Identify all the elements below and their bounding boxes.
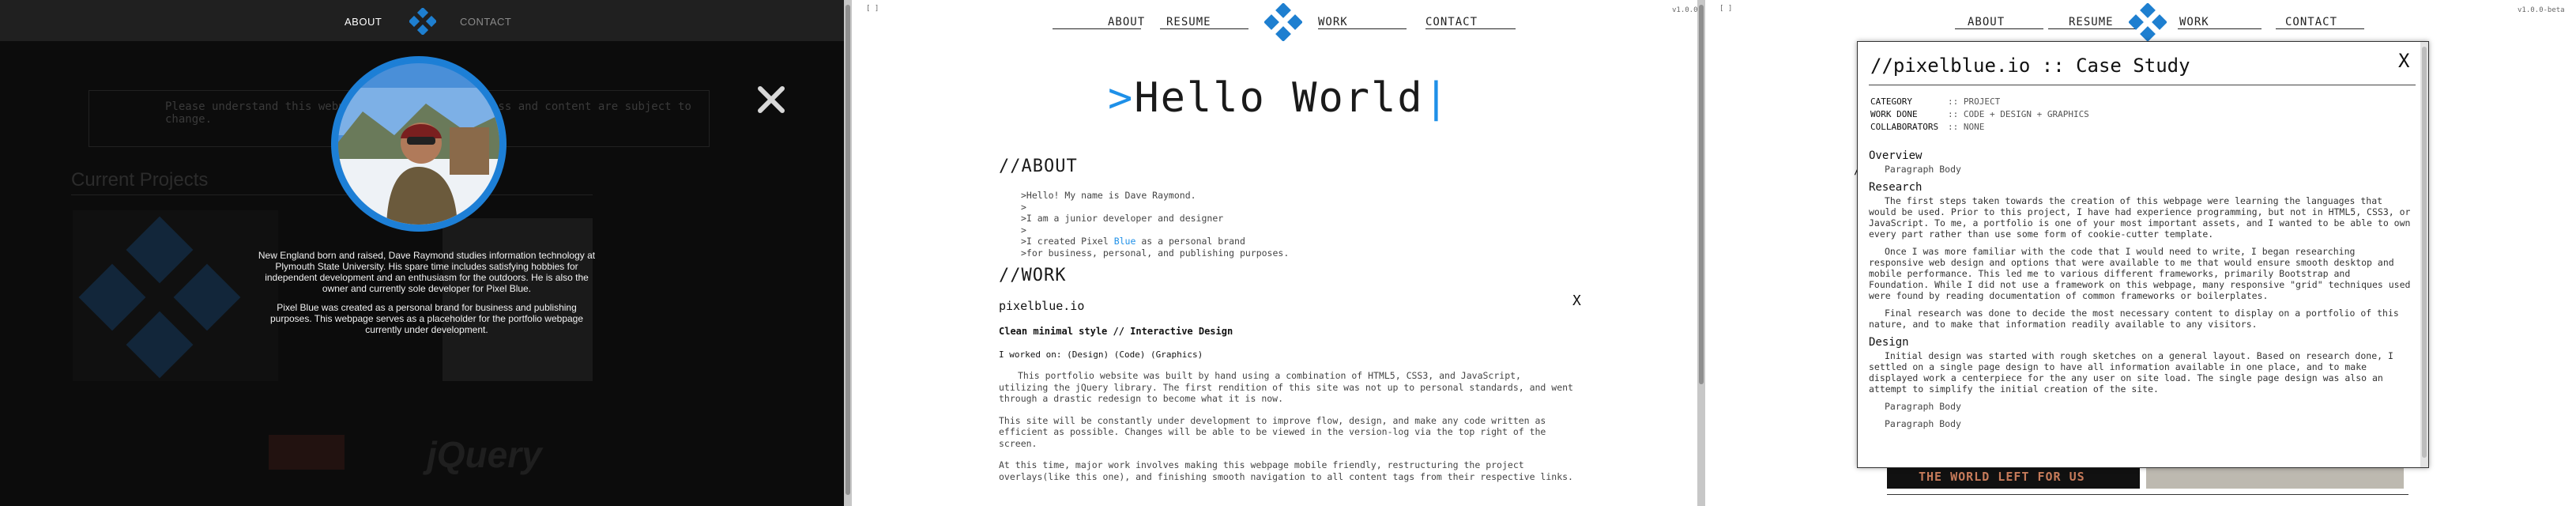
about-line: >I am a junior developer and designer — [1021, 213, 1224, 224]
pixel-blue-highlight: Blue — [1113, 236, 1136, 247]
about-line: >I created Pixel Blue as a personal bran… — [1021, 236, 1289, 247]
work-paragraph: This site will be constantly under devel… — [999, 414, 1546, 449]
work-project-title: pixelblue.io — [999, 299, 1085, 313]
html5-logo-icon — [269, 435, 345, 470]
section-heading-research: Research — [1869, 181, 1923, 194]
background-divider — [1887, 494, 2408, 495]
section-paragraph: Paragraph Body — [1885, 164, 1961, 175]
nav-resume-link[interactable]: RESUME — [2069, 16, 2114, 28]
nav-underline — [2048, 28, 2135, 29]
nav-underline — [1318, 28, 1407, 29]
pixelblue-logo-icon[interactable] — [1264, 3, 1302, 41]
nav-underline — [1425, 28, 1516, 29]
work-project-subtitle: Clean minimal style // Interactive Desig… — [999, 326, 1233, 337]
modal-close-button[interactable]: X — [2398, 50, 2409, 72]
about-heading: //ABOUT — [999, 157, 1078, 176]
about-line: >Hello! My name is Dave Raymond. — [1021, 190, 1196, 201]
profile-photo — [335, 60, 503, 228]
hero-text: Hello World — [1134, 74, 1424, 122]
section-heading-overview: Overview — [1869, 149, 1923, 162]
scrollbar-thumb[interactable] — [1699, 5, 1704, 384]
modal-meta: CATEGORY:: PROJECT WORK DONE:: CODE + DE… — [1870, 96, 2089, 134]
about-line: > — [1021, 201, 1026, 213]
nav-about-link[interactable]: ABOUT — [1968, 16, 2005, 28]
background-current-projects-heading: Current Projects — [71, 169, 209, 191]
meta-key: CATEGORY — [1870, 96, 1912, 107]
profile-avatar — [331, 56, 507, 232]
nav-underline — [2276, 28, 2364, 29]
nav-underline — [1955, 28, 2043, 29]
section-heading-design: Design — [1869, 336, 1909, 349]
pixelblue-logo-icon[interactable] — [2129, 3, 2167, 41]
nav-work-link[interactable]: WORK — [1318, 16, 1348, 28]
panel-1-scrollbar[interactable] — [844, 0, 852, 506]
nav-work-link[interactable]: WORK — [2179, 16, 2209, 28]
background-project-banner-2 — [2146, 465, 2404, 489]
about-lines: >Hello! My name is Dave Raymond. > >I am… — [1021, 190, 1289, 259]
nav-underline — [1160, 28, 1248, 29]
meta-row: CATEGORY:: PROJECT — [1870, 96, 2089, 108]
scrollbar-thumb[interactable] — [2422, 47, 2427, 458]
work-description: This portfolio website was built by hand… — [999, 370, 1576, 493]
section-paragraph: Final research was done to decide the mo… — [1869, 308, 2399, 330]
nav-underline — [1053, 28, 1141, 29]
background-logo-icon — [78, 216, 241, 379]
about-line: >for business, personal, and publishing … — [1021, 247, 1290, 259]
section-paragraph: Initial design was started with rough sk… — [1869, 350, 2393, 395]
hero-cursor: | — [1423, 74, 1450, 122]
close-overlay-icon[interactable] — [755, 84, 787, 115]
section-paragraph: Paragraph Body — [1885, 401, 1961, 412]
about-line-part: >I created Pixel — [1021, 236, 1114, 247]
modal-title: //pixelblue.io :: Case Study — [1870, 55, 2190, 77]
homepage-panel: [ ] v1.0.0 ABOUT RESUME WORK CONTACT >He… — [852, 0, 1705, 506]
scrollbar-thumb[interactable] — [845, 5, 850, 495]
modal-scrollbar[interactable] — [2420, 42, 2428, 467]
banner-text: THE WORLD LEFT FOR US — [1919, 470, 2085, 484]
section-paragraph: Paragraph Body — [1885, 418, 1961, 429]
bio-paragraph-1: New England born and raised, Dave Raymon… — [258, 250, 596, 294]
hero-prompt: > — [1108, 74, 1135, 122]
work-close-button[interactable]: X — [1572, 293, 1581, 309]
case-study-modal: //pixelblue.io :: Case Study X CATEGORY:… — [1857, 41, 2429, 468]
section-paragraph: Once I was more familiar with the code t… — [1869, 246, 2411, 301]
nav-about-link[interactable]: ABOUT — [345, 16, 382, 28]
work-worked-on: I worked on: (Design) (Code) (Graphics) — [999, 349, 1203, 360]
background-project-banner: THE WORLD LEFT FOR US — [1887, 465, 2140, 489]
background-project-thumbnail — [73, 210, 278, 381]
panel-2-scrollbar[interactable] — [1697, 0, 1705, 506]
meta-value: :: PROJECT — [1948, 96, 2001, 107]
corner-brackets[interactable]: [ ] — [866, 5, 879, 13]
meta-row: COLLABORATORS:: NONE — [1870, 121, 2089, 134]
about-line-part: as a personal brand — [1135, 236, 1245, 247]
bio-paragraph-2: Pixel Blue was created as a personal bra… — [269, 302, 584, 335]
modal-content: Overview Paragraph Body Research The fir… — [1869, 145, 2414, 436]
hero-heading: >Hello World| — [1108, 74, 1450, 122]
nav-contact-link[interactable]: CONTACT — [460, 16, 511, 28]
meta-row: WORK DONE:: CODE + DESIGN + GRAPHICS — [1870, 108, 2089, 121]
corner-brackets[interactable]: [ ] — [1719, 5, 1732, 13]
case-study-panel: [ ] v1.0.0-beta ABOUT RESUME WORK CONTAC… — [1705, 0, 2576, 506]
version-label[interactable]: v1.0.0 — [1672, 6, 1698, 14]
work-paragraph: At this time, major work involves making… — [999, 459, 1573, 482]
about-bio: New England born and raised, Dave Raymon… — [258, 250, 596, 343]
nav-contact-link[interactable]: CONTACT — [2285, 16, 2337, 28]
nav-about-link[interactable]: ABOUT — [1108, 16, 1145, 28]
jquery-logo: jQuery — [427, 434, 542, 475]
about-line: > — [1021, 224, 1026, 236]
meta-value: :: CODE + DESIGN + GRAPHICS — [1948, 109, 2089, 119]
version-label[interactable]: v1.0.0-beta — [2518, 6, 2565, 14]
meta-value: :: NONE — [1948, 122, 1985, 132]
top-nav: ABOUT CONTACT — [0, 0, 844, 41]
meta-key: WORK DONE — [1870, 109, 1918, 119]
work-paragraph: This portfolio website was built by hand… — [999, 370, 1573, 404]
work-heading: //WORK — [999, 266, 1067, 285]
about-overlay-panel: ABOUT CONTACT Please understand this web… — [0, 0, 844, 506]
nav-contact-link[interactable]: CONTACT — [1425, 16, 1478, 28]
meta-key: COLLABORATORS — [1870, 122, 1939, 132]
pixelblue-logo-icon[interactable] — [409, 8, 436, 35]
section-paragraph: The first steps taken towards the creati… — [1869, 195, 2411, 240]
nav-underline — [2178, 28, 2262, 29]
nav-resume-link[interactable]: RESUME — [1166, 16, 1211, 28]
